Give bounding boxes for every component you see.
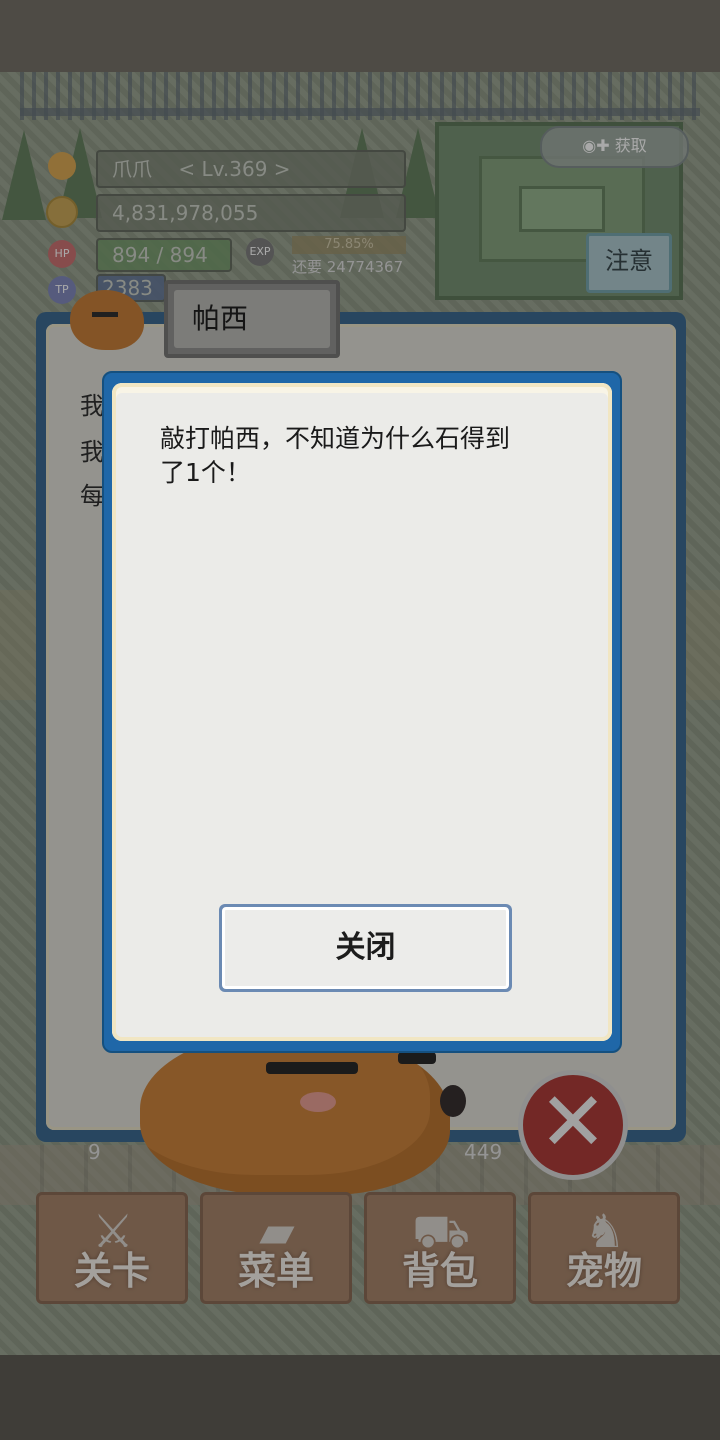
status-bar-top [0,0,720,72]
popup-message-line: 了1个！ [160,458,251,487]
status-bar-bottom [0,1355,720,1440]
close-button[interactable]: 关闭 [219,904,512,992]
popup-message: 敲打帕西，不知道为什么石得到 了1个！ [160,422,580,490]
close-button-label: 关闭 [222,907,509,989]
popup-message-line: 敲打帕西，不知道为什么石得到 [160,424,511,453]
